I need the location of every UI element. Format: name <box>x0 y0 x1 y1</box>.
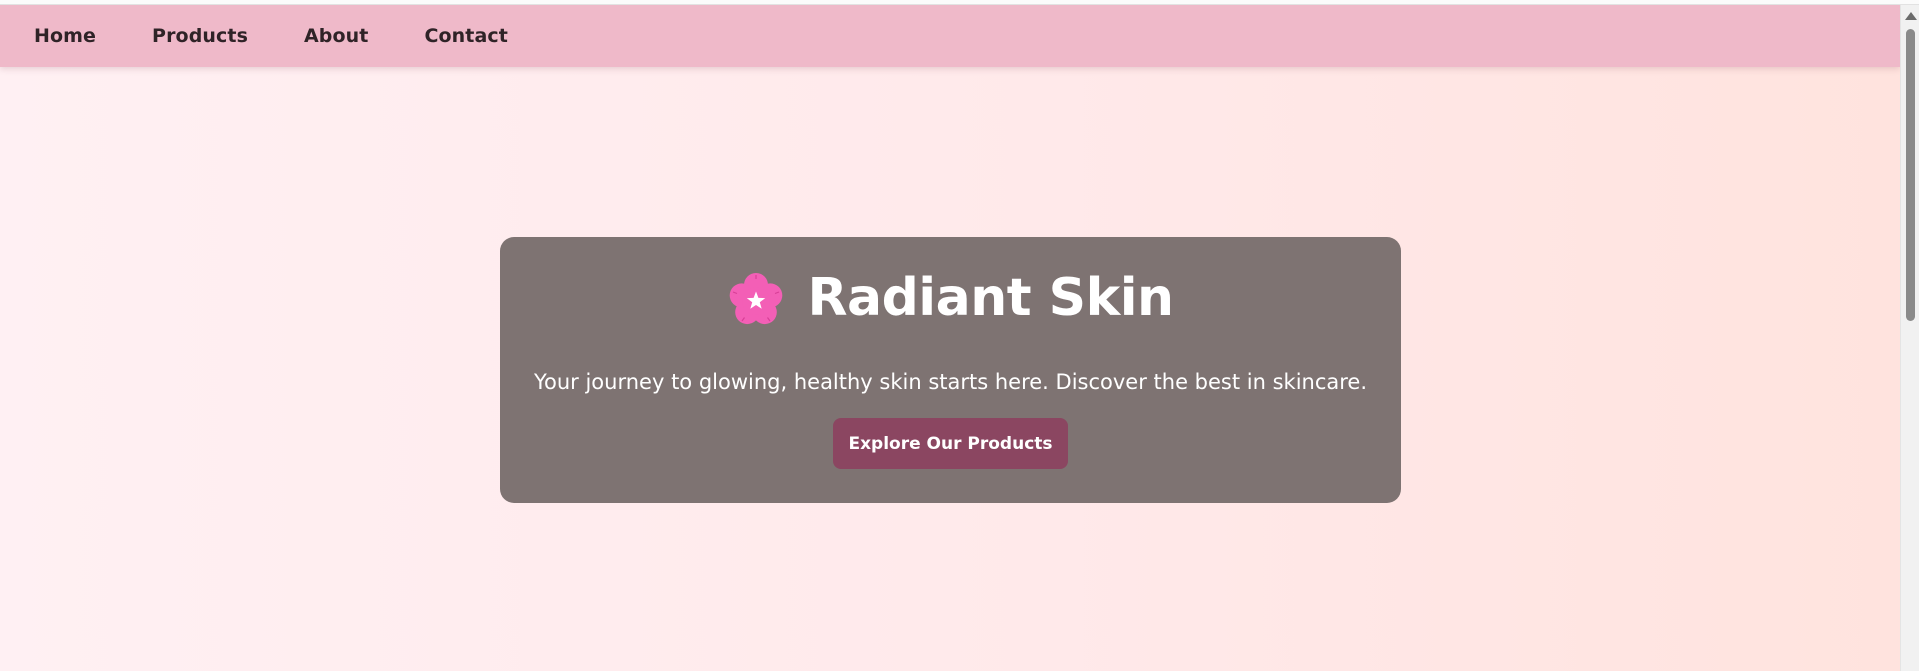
hero-subtitle: Your journey to glowing, healthy skin st… <box>533 370 1368 394</box>
nav-link-home[interactable]: Home <box>34 25 96 47</box>
hero-title-row: Radiant Skin <box>500 267 1401 329</box>
nav-link-products[interactable]: Products <box>152 25 248 47</box>
scroll-up-arrow-icon[interactable] <box>1905 12 1917 20</box>
cherry-blossom-icon <box>727 271 785 329</box>
vertical-scrollbar[interactable] <box>1900 5 1919 671</box>
scrollbar-thumb[interactable] <box>1906 29 1915 321</box>
nav-link-about[interactable]: About <box>304 25 368 47</box>
hero-card: Radiant Skin Your journey to glowing, he… <box>500 237 1401 503</box>
nav-link-contact[interactable]: Contact <box>424 25 507 47</box>
page: Home Products About Contact Radiant Skin… <box>0 5 1900 671</box>
explore-products-button[interactable]: Explore Our Products <box>833 418 1068 469</box>
navbar: Home Products About Contact <box>0 5 1900 67</box>
hero-title: Radiant Skin <box>807 268 1174 328</box>
